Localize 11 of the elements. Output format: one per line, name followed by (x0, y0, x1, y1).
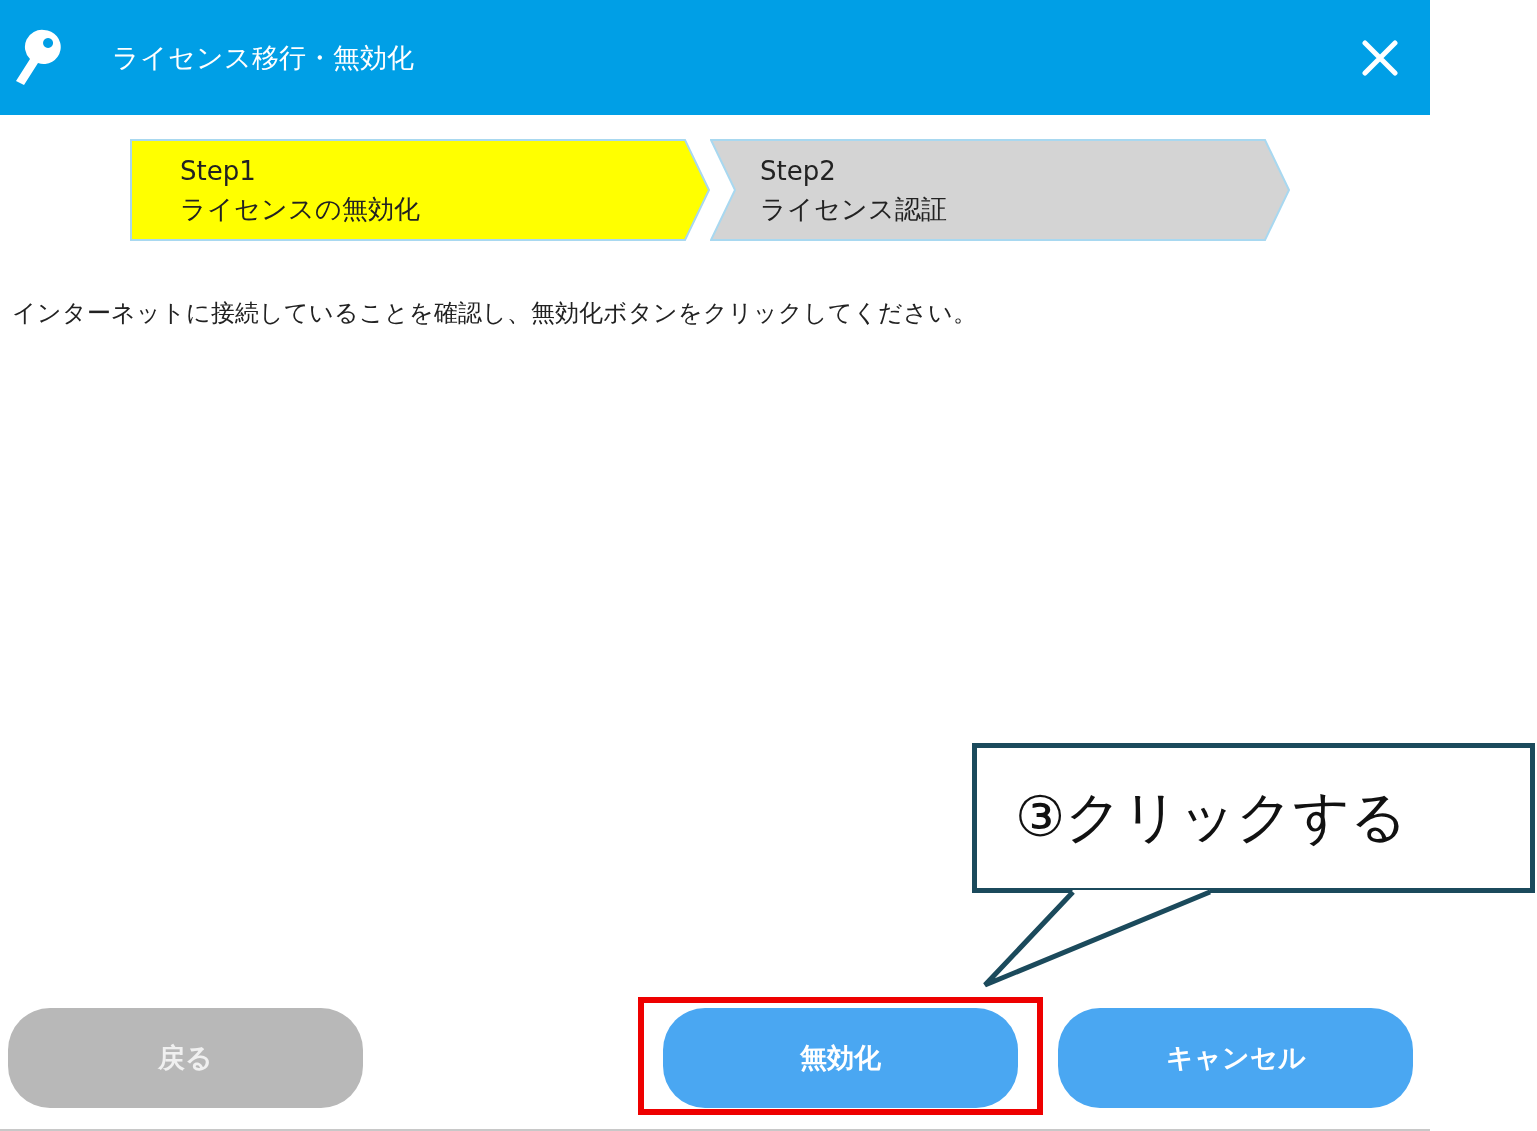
deactivate-button[interactable]: 無効化 (663, 1008, 1018, 1108)
step-caption: ライセンス認証 (760, 193, 947, 226)
callout-text: ③クリックする (1015, 783, 1408, 851)
step-caption: ライセンスの無効化 (180, 193, 420, 226)
close-icon[interactable] (1362, 39, 1398, 76)
key-icon (14, 27, 64, 88)
step-label: Step2 (760, 155, 836, 188)
window-title: ライセンス移行・無効化 (112, 40, 415, 75)
cancel-button[interactable]: キャンセル (1058, 1008, 1413, 1108)
step-label: Step1 (180, 155, 256, 188)
instruction-text: インターネットに接続していることを確認し、無効化ボタンをクリックしてください。 (12, 298, 978, 329)
